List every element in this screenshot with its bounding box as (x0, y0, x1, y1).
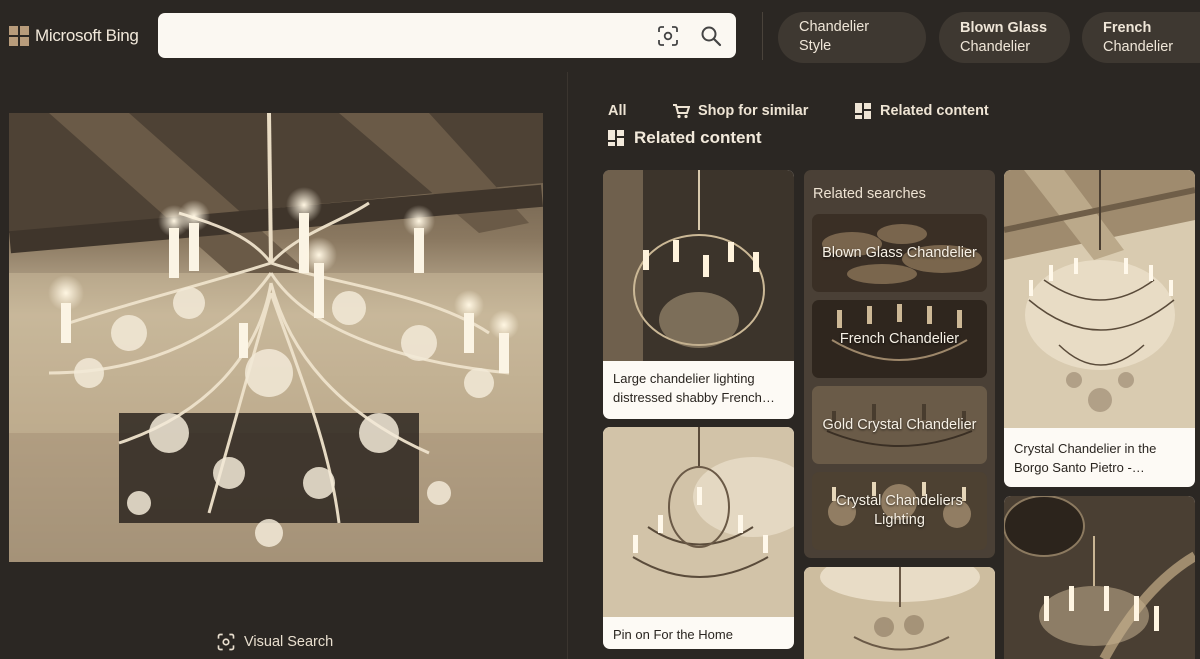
pane-divider (567, 72, 568, 659)
related-search-label: French Chandelier (839, 330, 960, 347)
top-bar: Microsoft Bing Chandelier Style Blown Gl… (0, 0, 1200, 72)
card-image-thumbnail (603, 170, 794, 361)
related-image-card[interactable]: Crystal Chandelier in the Borgo Santo Pi… (1004, 170, 1195, 487)
pill-label-line2: Chandelier (960, 38, 1031, 55)
related-search-blown-glass-chandelier[interactable]: Blown Glass Chandelier (812, 214, 987, 292)
search-input[interactable] (172, 22, 642, 49)
visual-search-camera-icon[interactable] (655, 23, 681, 49)
chandelier-photo (9, 113, 543, 562)
related-content-icon (855, 103, 871, 119)
pill-label-line1: French (1103, 19, 1152, 36)
pill-label-line1: Blown Glass (960, 19, 1048, 36)
related-image-card[interactable] (804, 567, 995, 659)
card-image-thumbnail (1004, 496, 1195, 659)
bing-logo[interactable]: Microsoft Bing (9, 26, 139, 46)
card-image-thumbnail (603, 427, 794, 617)
image-viewer-pane: Visual Search (0, 72, 567, 659)
tab-related-label: Related content (880, 103, 989, 119)
suggestion-pill-french[interactable]: French Chandelier (1082, 12, 1200, 63)
visual-search-label: Visual Search (244, 634, 334, 650)
shopping-cart-icon (673, 104, 690, 119)
pill-label: Chandelier Style (799, 19, 870, 54)
related-image-card[interactable]: Large chandelier lighting distressed sha… (603, 170, 794, 419)
related-searches-title: Related searches (813, 186, 926, 202)
search-icon[interactable] (698, 23, 724, 49)
card-caption: Pin on For the Home (613, 627, 733, 642)
card-image-thumbnail (1004, 170, 1195, 428)
related-search-label: Blown Glass Chandelier (822, 244, 977, 261)
main-chandelier-image[interactable] (9, 113, 543, 562)
card-caption: Large chandelier lighting distressed sha… (613, 371, 775, 405)
tab-all-label: All (608, 103, 627, 119)
related-image-card[interactable]: Pin on For the Home (603, 427, 794, 649)
related-content-heading: Related content (607, 128, 762, 148)
related-searches-panel: Related searches Blown Glass Chandelier … (804, 170, 995, 558)
windows-logo-icon (9, 26, 29, 46)
related-content-icon (608, 130, 624, 146)
visual-search-button[interactable]: Visual Search (216, 632, 333, 652)
card-caption: Crystal Chandelier in the Borgo Santo Pi… (1014, 441, 1157, 475)
tab-shop-label: Shop for similar (698, 103, 809, 119)
section-title-text: Related content (634, 128, 762, 147)
suggestion-pill-chandelier-style[interactable]: Chandelier Style (778, 12, 926, 63)
related-search-french-chandelier[interactable]: French Chandelier (812, 300, 987, 378)
related-image-card[interactable] (1004, 496, 1195, 659)
pill-label-line2: Chandelier (1103, 38, 1174, 55)
logo-text: Microsoft Bing (35, 26, 139, 45)
related-search-crystal-chandeliers-lighting[interactable]: Crystal Chandeliers Lighting (812, 472, 987, 550)
related-search-label: Gold Crystal Chandelier (822, 416, 977, 433)
visual-search-icon (217, 633, 235, 651)
card-image-thumbnail (804, 567, 995, 659)
suggestion-pill-blown-glass[interactable]: Blown Glass Chandelier (939, 12, 1070, 63)
related-search-gold-crystal-chandelier[interactable]: Gold Crystal Chandelier (812, 386, 987, 464)
related-search-label: Crystal Chandeliers Lighting (836, 493, 963, 528)
header-divider (762, 12, 763, 60)
tab-all[interactable]: All (608, 103, 627, 119)
tab-shop-for-similar[interactable]: Shop for similar (672, 103, 808, 119)
search-box[interactable] (158, 13, 736, 58)
tab-related-content[interactable]: Related content (854, 102, 989, 120)
